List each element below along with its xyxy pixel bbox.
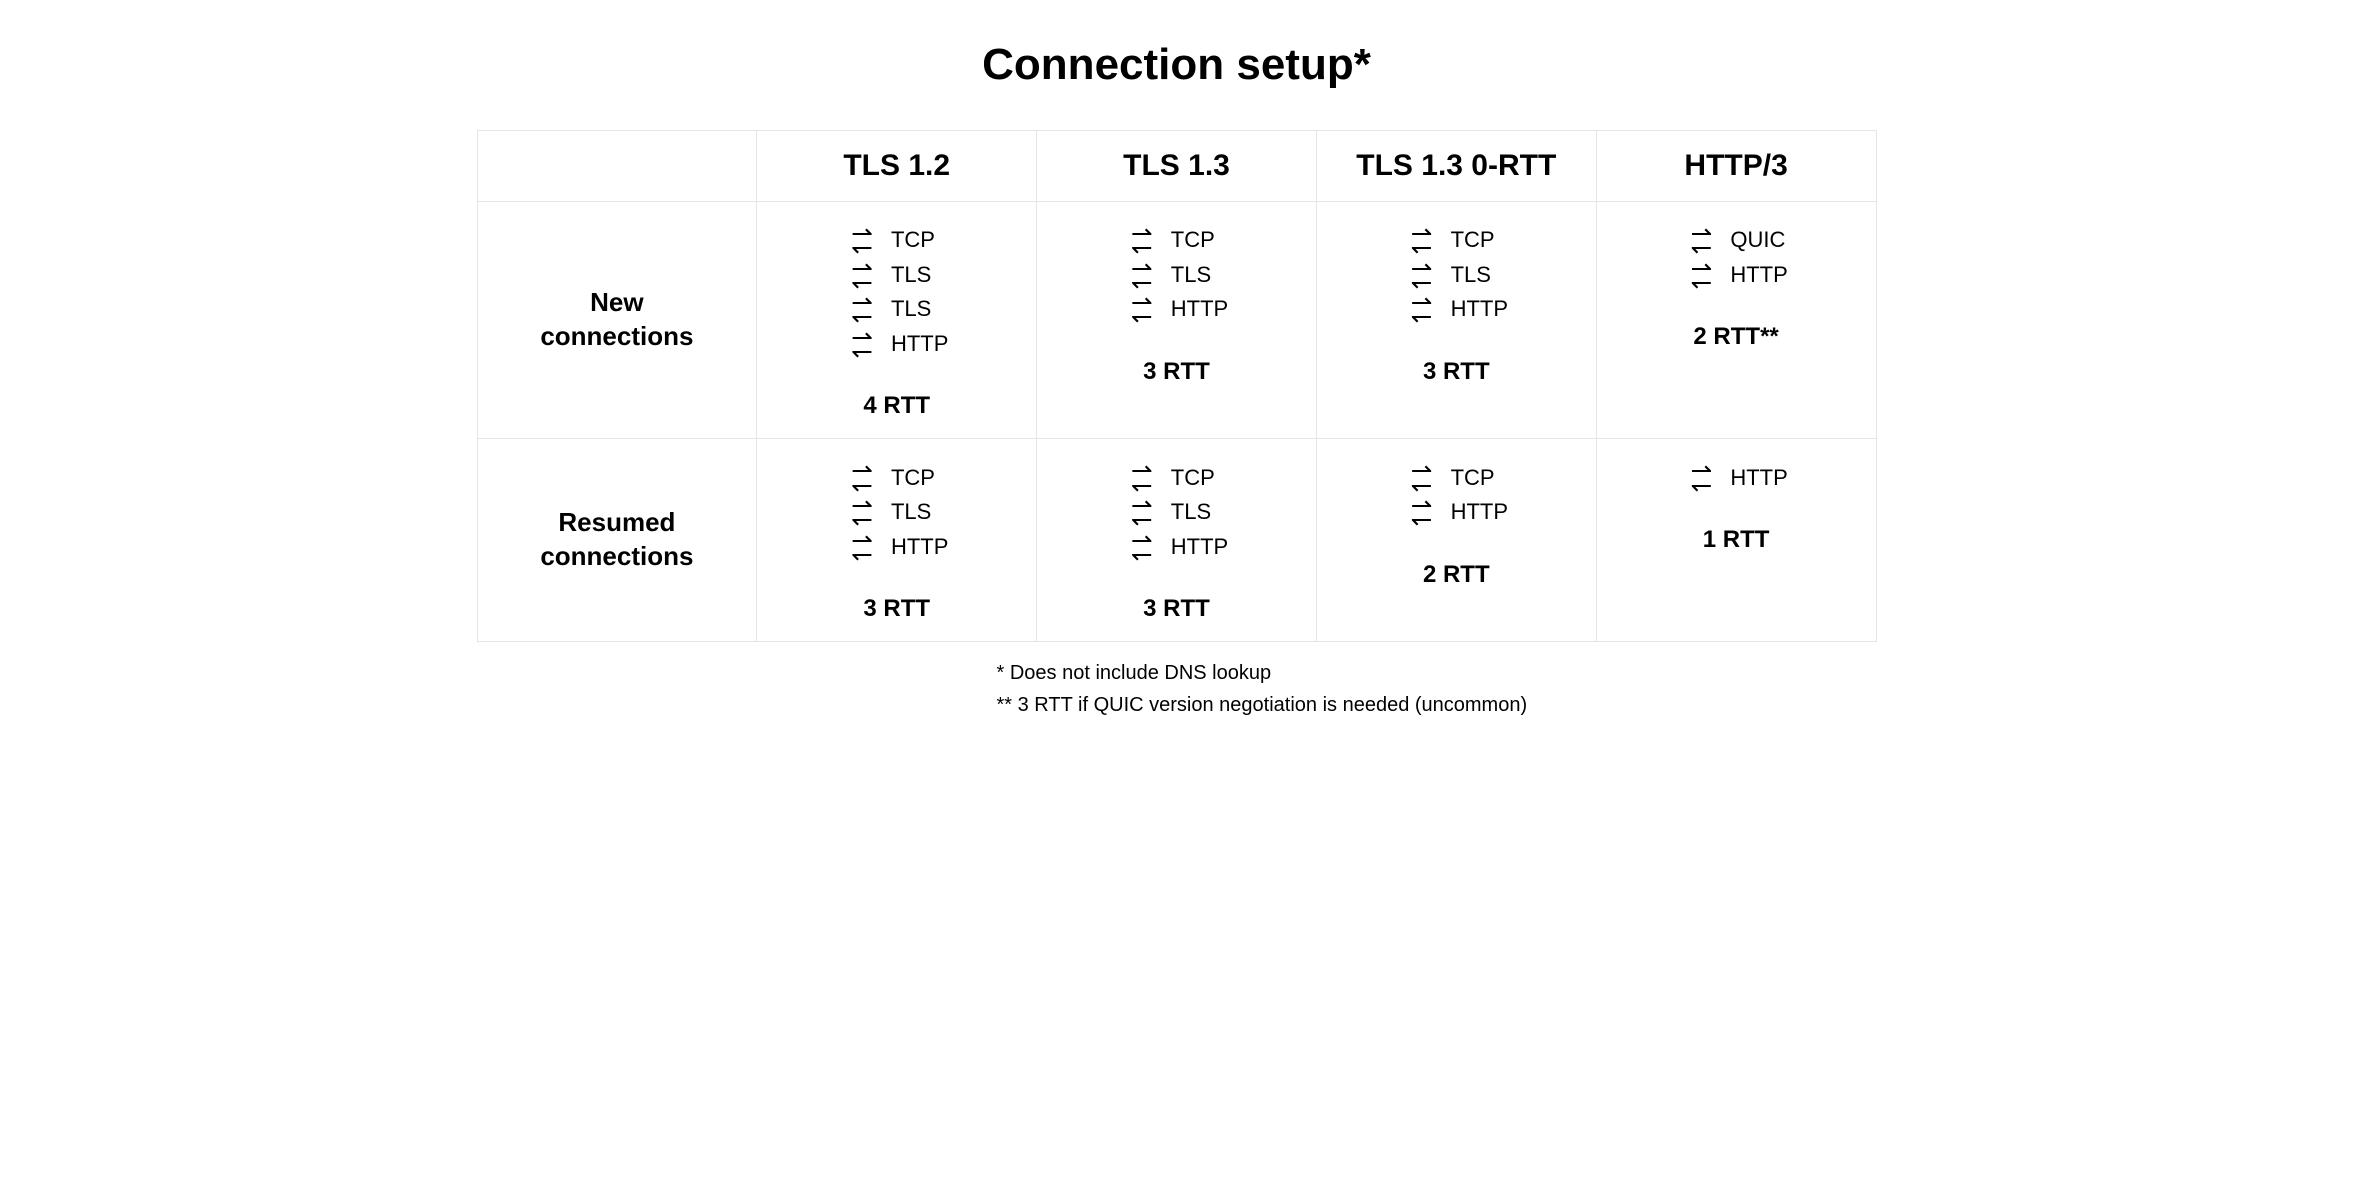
table-cell: TCP TLS TLS HTTP 4 RTT <box>757 202 1037 439</box>
table-cell: TCP TLS HTTP 3 RTT <box>1037 439 1317 642</box>
rtt-value: 3 RTT <box>1053 358 1300 386</box>
step-label: TCP <box>891 465 935 491</box>
connection-table: TLS 1.2 TLS 1.3 TLS 1.3 0-RTT HTTP/3 New… <box>477 130 1877 642</box>
steps-list: TCP TLS HTTP <box>845 457 948 567</box>
step-item: TCP <box>1405 463 1508 492</box>
steps-list: TCP TLS HTTP <box>1125 220 1228 330</box>
step-label: TCP <box>1451 465 1495 491</box>
rtt-value: 3 RTT <box>1333 358 1580 386</box>
steps-list: TCP TLS TLS HTTP <box>845 220 948 364</box>
step-label: TCP <box>891 227 935 253</box>
step-item: HTTP <box>1405 295 1508 324</box>
col-head-http3: HTTP/3 <box>1596 131 1876 202</box>
step-item: HTTP <box>1684 463 1787 492</box>
step-label: HTTP <box>1171 296 1228 322</box>
bidirectional-arrow-icon <box>1125 261 1159 290</box>
table-cell: TCP TLS HTTP 3 RTT <box>1316 202 1596 439</box>
table-cell: TCP TLS HTTP 3 RTT <box>1037 202 1317 439</box>
bidirectional-arrow-icon <box>845 498 879 527</box>
page-title: Connection setup* <box>477 40 1877 90</box>
bidirectional-arrow-icon <box>845 463 879 492</box>
bidirectional-arrow-icon <box>1405 226 1439 255</box>
step-label: HTTP <box>891 331 948 357</box>
table-cell: TCP HTTP 2 RTT <box>1316 439 1596 642</box>
step-label: HTTP <box>1730 465 1787 491</box>
bidirectional-arrow-icon <box>1684 226 1718 255</box>
table-cell: TCP TLS HTTP 3 RTT <box>757 439 1037 642</box>
bidirectional-arrow-icon <box>1405 261 1439 290</box>
rtt-value: 3 RTT <box>1053 595 1300 623</box>
row-head-new: Newconnections <box>477 202 757 439</box>
step-label: QUIC <box>1730 227 1785 253</box>
step-item: TCP <box>1125 226 1228 255</box>
bidirectional-arrow-icon <box>1684 463 1718 492</box>
bidirectional-arrow-icon <box>845 261 879 290</box>
table-cell: HTTP 1 RTT <box>1596 439 1876 642</box>
bidirectional-arrow-icon <box>1125 463 1159 492</box>
step-item: TLS <box>1405 261 1508 290</box>
step-label: HTTP <box>1171 534 1228 560</box>
step-item: TCP <box>1125 463 1228 492</box>
bidirectional-arrow-icon <box>845 295 879 324</box>
steps-list: TCP TLS HTTP <box>1405 220 1508 330</box>
step-item: HTTP <box>1684 261 1787 290</box>
step-label: TCP <box>1451 227 1495 253</box>
step-label: HTTP <box>1451 296 1508 322</box>
bidirectional-arrow-icon <box>1125 533 1159 562</box>
step-label: TCP <box>1171 465 1215 491</box>
step-item: HTTP <box>1125 533 1228 562</box>
bidirectional-arrow-icon <box>1125 295 1159 324</box>
bidirectional-arrow-icon <box>845 226 879 255</box>
step-item: HTTP <box>845 533 948 562</box>
row-head-resumed: Resumedconnections <box>477 439 757 642</box>
footnote-2: ** 3 RTT if QUIC version negotiation is … <box>997 690 1877 720</box>
step-label: TCP <box>1171 227 1215 253</box>
step-label: TLS <box>891 296 931 322</box>
step-item: HTTP <box>845 330 948 359</box>
step-label: HTTP <box>1730 262 1787 288</box>
rtt-value: 1 RTT <box>1613 526 1860 554</box>
step-label: HTTP <box>891 534 948 560</box>
step-label: TLS <box>891 499 931 525</box>
step-item: TCP <box>845 226 948 255</box>
steps-list: QUIC HTTP <box>1684 220 1787 295</box>
steps-list: HTTP <box>1684 457 1787 498</box>
rtt-value: 4 RTT <box>773 392 1020 420</box>
table-corner <box>477 131 757 202</box>
steps-list: TCP HTTP <box>1405 457 1508 532</box>
rtt-value: 3 RTT <box>773 595 1020 623</box>
step-item: TLS <box>845 295 948 324</box>
step-label: TLS <box>891 262 931 288</box>
bidirectional-arrow-icon <box>1405 295 1439 324</box>
step-label: TLS <box>1451 262 1491 288</box>
footnotes: * Does not include DNS lookup ** 3 RTT i… <box>477 658 1877 720</box>
bidirectional-arrow-icon <box>1684 261 1718 290</box>
table-cell: QUIC HTTP 2 RTT** <box>1596 202 1876 439</box>
col-head-tls12: TLS 1.2 <box>757 131 1037 202</box>
col-head-tls13: TLS 1.3 <box>1037 131 1317 202</box>
rtt-value: 2 RTT** <box>1613 323 1860 351</box>
bidirectional-arrow-icon <box>1125 498 1159 527</box>
step-item: TLS <box>845 261 948 290</box>
bidirectional-arrow-icon <box>1125 226 1159 255</box>
bidirectional-arrow-icon <box>845 330 879 359</box>
footnote-1: * Does not include DNS lookup <box>997 658 1877 688</box>
bidirectional-arrow-icon <box>845 533 879 562</box>
col-head-tls13-0rtt: TLS 1.3 0-RTT <box>1316 131 1596 202</box>
step-label: HTTP <box>1451 499 1508 525</box>
step-item: TCP <box>1405 226 1508 255</box>
step-item: QUIC <box>1684 226 1787 255</box>
step-label: TLS <box>1171 262 1211 288</box>
step-item: TLS <box>1125 498 1228 527</box>
rtt-value: 2 RTT <box>1333 561 1580 589</box>
step-item: TCP <box>845 463 948 492</box>
step-item: TLS <box>1125 261 1228 290</box>
step-item: HTTP <box>1125 295 1228 324</box>
step-item: TLS <box>845 498 948 527</box>
steps-list: TCP TLS HTTP <box>1125 457 1228 567</box>
bidirectional-arrow-icon <box>1405 463 1439 492</box>
step-item: HTTP <box>1405 498 1508 527</box>
bidirectional-arrow-icon <box>1405 498 1439 527</box>
step-label: TLS <box>1171 499 1211 525</box>
